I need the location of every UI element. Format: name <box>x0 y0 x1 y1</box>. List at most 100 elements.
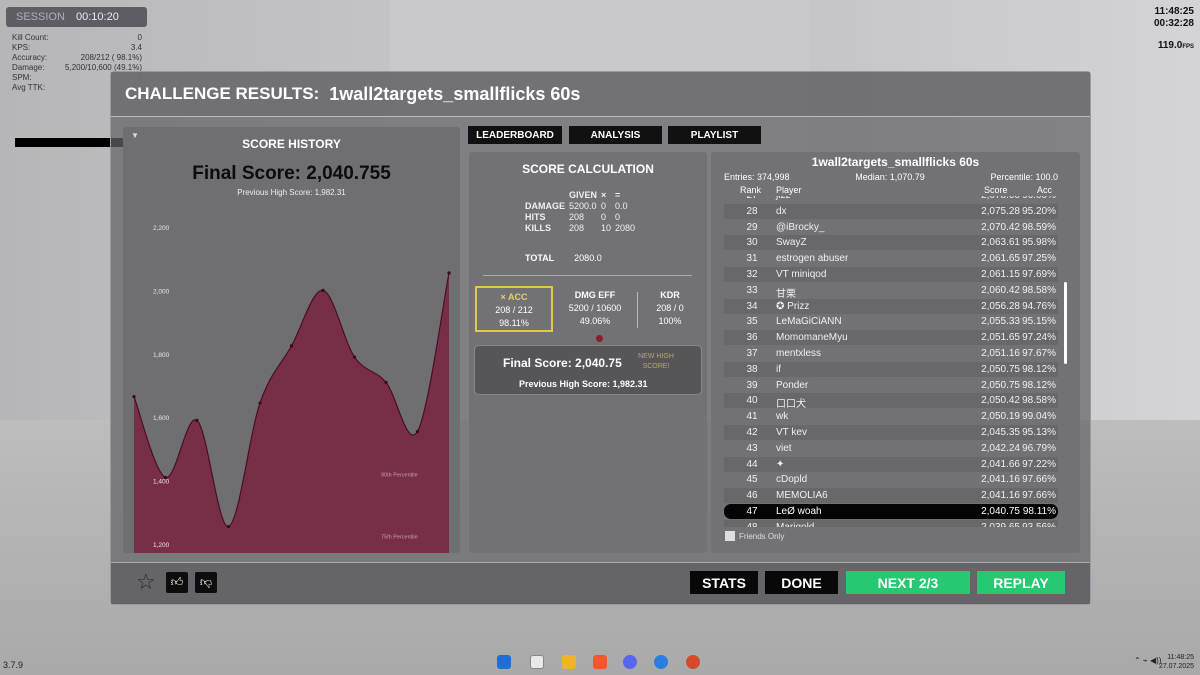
leaderboard-row[interactable]: 38 if 2,050.75 98.12% <box>724 361 1058 377</box>
discord-icon[interactable] <box>623 655 637 669</box>
row-rank: 31 <box>746 253 758 265</box>
start-icon[interactable] <box>497 655 511 669</box>
tab-leaderboard[interactable]: LEADERBOARD <box>468 126 562 144</box>
file-explorer-icon[interactable] <box>562 655 576 669</box>
calc-title: SCORE CALCULATION <box>522 162 654 176</box>
score-point[interactable] <box>447 271 451 275</box>
tray-icons[interactable]: ⌃ ⌁ ◀)) <box>1134 656 1161 665</box>
friends-only-checkbox[interactable] <box>725 531 735 541</box>
row-rank: 39 <box>746 379 758 391</box>
leaderboard-row[interactable]: 32 VT miniqod 2,061.15 97.69% <box>724 267 1058 282</box>
row-player: SwayZ <box>776 237 807 249</box>
row-player: dx <box>776 205 787 217</box>
tab-playlist[interactable]: PLAYLIST <box>668 126 761 144</box>
thumbs-down-icon[interactable]: 👎︎ <box>195 572 217 593</box>
score-point[interactable] <box>163 475 168 480</box>
kdr-heading: KDR <box>660 290 680 300</box>
leaderboard-row[interactable]: 36 MomomaneMyu 2,051.65 97.24% <box>724 330 1058 346</box>
leaderboard-row[interactable]: 28 dx 2,075.28 95.20% <box>724 203 1058 219</box>
system-clock[interactable]: 11:48:25 27.07.2025 <box>1159 653 1194 671</box>
calc-divider <box>483 275 692 276</box>
damage-efficiency-box: DMG EFF 5200 / 10600 49.06% <box>557 286 633 332</box>
calc-head-equals: = <box>615 190 621 200</box>
leaderboard-percentile: Percentile: 100.0 <box>990 172 1058 182</box>
leaderboard-scrollbar[interactable] <box>1064 282 1067 364</box>
score-point[interactable] <box>352 355 357 359</box>
calc-row-label: HITS <box>525 212 546 222</box>
tab-analysis[interactable]: ANALYSIS <box>569 126 662 144</box>
score-point[interactable] <box>258 401 262 405</box>
leaderboard-row[interactable]: 40 口口犬 2,050.42 98.58% <box>724 393 1058 411</box>
row-acc: 98.11% <box>1022 506 1056 517</box>
row-rank: 40 <box>746 395 758 407</box>
leaderboard-entries: Entries: 374,998 <box>724 172 790 182</box>
row-player: cDopld <box>776 474 808 486</box>
row-acc: 98.58% <box>1022 395 1056 407</box>
score-point[interactable] <box>415 429 420 434</box>
score-point[interactable] <box>321 288 325 292</box>
leaderboard-row[interactable]: 30 SwayZ 2,063.61 95.98% <box>724 235 1058 251</box>
row-score: 2,063.61 <box>981 237 1020 249</box>
replay-button[interactable]: REPLAY <box>977 571 1065 594</box>
leaderboard-row[interactable]: 46 MEMOLIA6 2,041.16 97.66% <box>724 488 1058 504</box>
friends-only-toggle[interactable]: Friends Only <box>725 531 784 541</box>
brave-browser-icon[interactable] <box>593 655 607 669</box>
fps-unit: FPS <box>1182 44 1194 50</box>
leaderboard-row[interactable]: 39 Ponder 2,050.75 98.12% <box>724 378 1058 393</box>
favorite-star-icon[interactable]: ☆ <box>136 571 156 593</box>
stats-button[interactable]: STATS <box>690 571 758 594</box>
leaderboard-row-current-player[interactable]: 47 LeØ woah 2,040.75 98.11% <box>724 504 1058 519</box>
row-player: jizz <box>776 196 790 201</box>
score-point[interactable] <box>132 394 136 399</box>
leaderboard-row[interactable]: 27 jizz 2,078.0096.00% <box>724 196 1058 203</box>
row-score: 2,055.33 <box>981 316 1020 328</box>
calc-total-label: TOTAL <box>525 253 555 263</box>
thumbs-up-icon[interactable]: 👍︎ <box>166 572 188 593</box>
row-score: 2,056.28 <box>981 300 1020 312</box>
row-acc: 95.13% <box>1022 427 1056 438</box>
leaderboard-row[interactable]: 42 VT kev 2,045.35 95.13% <box>724 425 1058 440</box>
score-point[interactable] <box>289 344 294 348</box>
score-point[interactable] <box>195 418 199 422</box>
leaderboard-row[interactable]: 48 Marigold 2,039.6593.56% <box>724 519 1058 527</box>
row-player: viet <box>776 442 792 454</box>
calc-row-label: KILLS <box>525 223 551 233</box>
final-score-line: Final Score: 2,040.75 <box>503 356 622 370</box>
leaderboard-row[interactable]: 35 LeMaGiCiANN 2,055.33 95.15% <box>724 314 1058 329</box>
col-acc: Acc <box>1037 185 1053 195</box>
collapse-triangle-icon[interactable]: ▼ <box>131 131 139 140</box>
kovaaks-icon[interactable] <box>686 655 700 669</box>
app-icon[interactable] <box>654 655 668 669</box>
done-button[interactable]: DONE <box>765 571 838 594</box>
leaderboard-row[interactable]: 29 @iBrocky_ 2,070.42 98.59% <box>724 220 1058 235</box>
acc-heading: × ACC <box>500 292 528 302</box>
leaderboard-row[interactable]: 37 mentxless 2,051.16 97.67% <box>724 346 1058 361</box>
leaderboard-row[interactable]: 31 estrogen abuser 2,061.65 97.25% <box>724 251 1058 266</box>
accuracy-multiplier-box: × ACC 208 / 212 98.11% <box>475 286 553 332</box>
leaderboard-row[interactable]: 43 viet 2,042.24 96.79% <box>724 441 1058 456</box>
score-point[interactable] <box>384 380 388 384</box>
leaderboard-row[interactable]: 41 wk 2,050.19 99.04% <box>724 409 1058 424</box>
next-button[interactable]: NEXT 2/3 <box>846 571 970 594</box>
leaderboard-row[interactable]: 34 ✪ Prizz 2,056.28 94.76% <box>724 298 1058 314</box>
leaderboard-row[interactable]: 44 ✦ 2,041.66 97.22% <box>724 456 1058 472</box>
row-acc: 97.67% <box>1022 348 1056 359</box>
acc-percent: 98.11% <box>499 318 529 328</box>
percentile-75-label: 75th Percentile <box>381 534 418 540</box>
leaderboard-row[interactable]: 45 cDopld 2,041.16 97.66% <box>724 472 1058 487</box>
row-player: Marigold <box>776 522 814 527</box>
leaderboard-row[interactable]: 33 甘栗 2,060.42 98.58% <box>724 283 1058 300</box>
row-player: 口口犬 <box>776 399 806 411</box>
leaderboard-list[interactable]: 27 jizz 2,078.0096.00% 28 dx 2,075.2895.20% 29… <box>724 196 1058 527</box>
row-player: Ponder <box>776 379 809 391</box>
calc-cell: 10 <box>601 223 612 233</box>
snipping-tool-icon[interactable] <box>530 655 544 669</box>
row-acc: 97.24% <box>1022 332 1056 344</box>
row-acc: 95.15% <box>1022 316 1056 328</box>
stat-row: KPS: 3.4 <box>12 43 142 53</box>
calc-cell: 0 <box>601 201 607 211</box>
row-acc: 96.00% <box>1016 196 1056 201</box>
dmg-ratio: 5200 / 10600 <box>568 303 622 313</box>
score-point[interactable] <box>226 524 231 529</box>
row-acc: 94.76% <box>1022 300 1056 312</box>
